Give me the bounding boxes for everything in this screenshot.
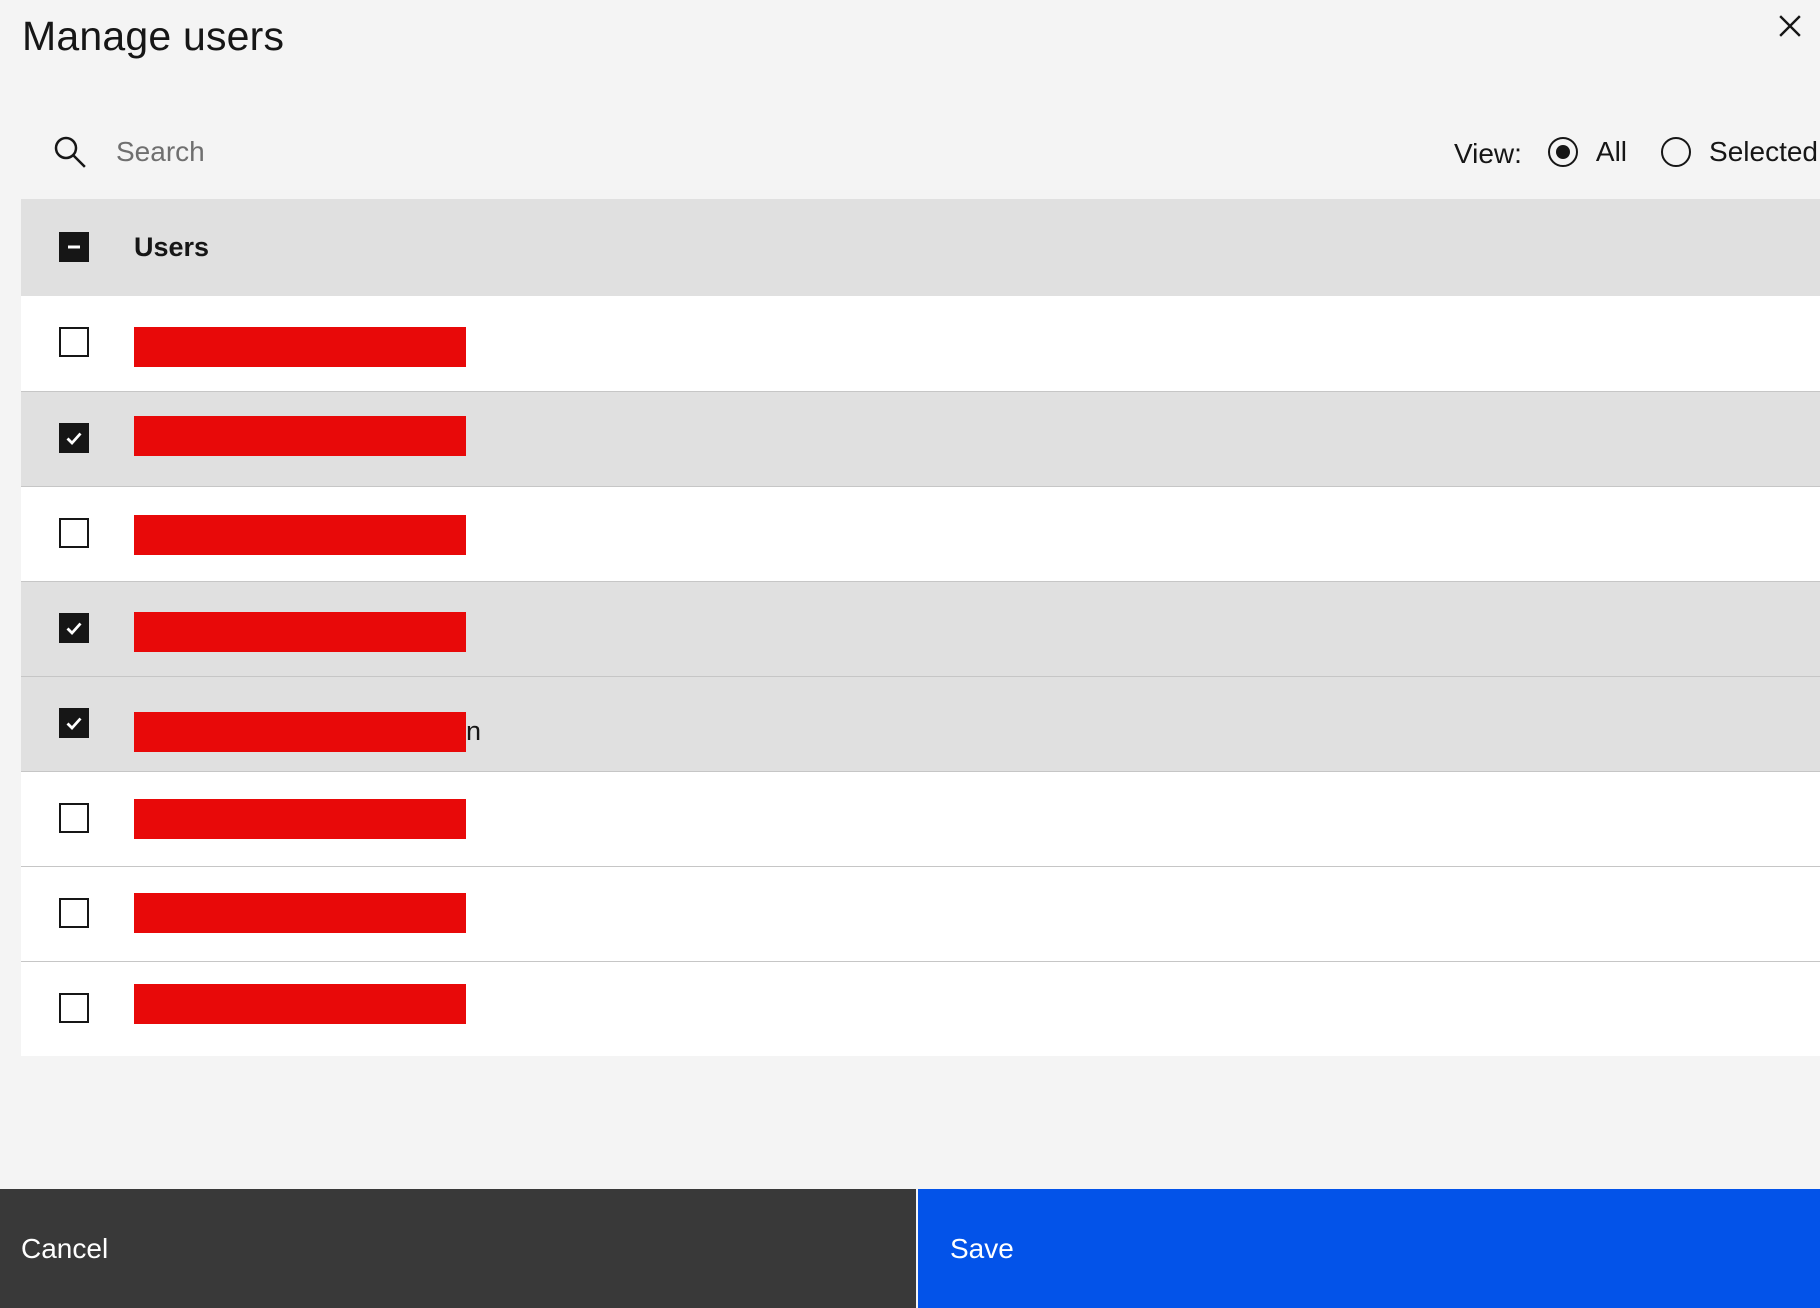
- select-all-checkbox[interactable]: [59, 232, 89, 262]
- table-header: Users: [21, 199, 1820, 296]
- table-row[interactable]: [21, 961, 1820, 1056]
- close-icon: [1779, 15, 1801, 37]
- search-icon: [54, 136, 86, 168]
- view-selected-radio[interactable]: Selected: [1661, 136, 1818, 168]
- row-checkbox[interactable]: [59, 803, 89, 833]
- table-row[interactable]: n: [21, 676, 1820, 771]
- search-input[interactable]: [116, 126, 1016, 178]
- view-label: View:: [1453, 138, 1522, 169]
- row-checkbox[interactable]: [59, 708, 89, 738]
- redacted-user-name: [134, 612, 466, 652]
- users-column-header: Users: [134, 232, 210, 262]
- redacted-user-name: [134, 327, 466, 367]
- checkmark-icon: [66, 432, 82, 446]
- modal-footer: Cancel Save: [0, 1189, 1820, 1308]
- checkmark-icon: [66, 622, 82, 636]
- row-checkbox[interactable]: [59, 327, 89, 357]
- search-bar: View: All Selected: [21, 118, 1820, 186]
- user-name-fragment: n: [466, 716, 482, 746]
- row-checkbox[interactable]: [59, 993, 89, 1023]
- redacted-user-name: [134, 515, 466, 555]
- row-checkbox[interactable]: [59, 898, 89, 928]
- table-row[interactable]: [21, 486, 1820, 581]
- view-all-label: All: [1595, 136, 1628, 167]
- users-table: Users n: [21, 199, 1820, 1056]
- redacted-user-name: [134, 984, 466, 1024]
- modal-title: Manage users: [22, 13, 285, 59]
- minus-icon: [68, 245, 80, 249]
- redacted-user-name: [134, 893, 466, 933]
- row-checkbox[interactable]: [59, 518, 89, 548]
- view-all-radio[interactable]: All: [1547, 136, 1628, 168]
- cancel-button[interactable]: Cancel: [0, 1189, 916, 1308]
- redacted-user-name: [134, 799, 466, 839]
- table-row[interactable]: [21, 581, 1820, 676]
- row-checkbox[interactable]: [59, 423, 89, 453]
- view-selected-label: Selected: [1709, 136, 1818, 167]
- checkmark-icon: [66, 717, 82, 731]
- redacted-user-name: [134, 416, 466, 456]
- save-button[interactable]: Save: [918, 1189, 1820, 1308]
- row-checkbox[interactable]: [59, 613, 89, 643]
- table-row[interactable]: [21, 296, 1820, 391]
- redacted-user-name: [134, 712, 466, 752]
- table-row[interactable]: [21, 391, 1820, 486]
- radio-selected-icon: [1547, 137, 1578, 167]
- table-row[interactable]: [21, 866, 1820, 961]
- view-filter: View: All Selected: [1454, 130, 1818, 174]
- radio-unselected-icon: [1661, 137, 1692, 167]
- table-row[interactable]: [21, 771, 1820, 866]
- close-button[interactable]: [1766, 2, 1814, 50]
